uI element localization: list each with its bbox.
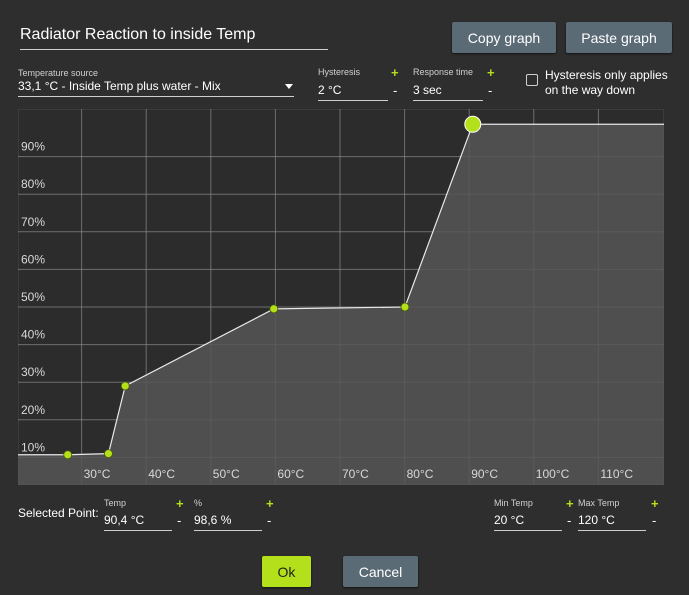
percent-decrease-button[interactable]: - xyxy=(267,514,271,527)
max-temp-increase-button[interactable]: + xyxy=(651,497,659,510)
min-temp-decrease-button[interactable]: - xyxy=(567,514,571,527)
response-time-input[interactable]: 3 sec xyxy=(413,83,483,101)
hysteresis-decrease-button[interactable]: - xyxy=(393,84,397,97)
x-tick-label: 70°C xyxy=(342,467,369,481)
percent-label: % xyxy=(194,498,203,508)
x-tick-label: 30°C xyxy=(84,467,111,481)
max-temp-input[interactable]: 120 °C xyxy=(578,513,646,531)
y-tick-label: 80% xyxy=(21,177,45,191)
copy-graph-button[interactable]: Copy graph xyxy=(452,22,556,53)
temperature-source-select[interactable]: 33,1 °C - Inside Temp plus water - Mix xyxy=(18,79,294,97)
y-tick-label: 50% xyxy=(21,290,45,304)
curve-point[interactable] xyxy=(63,450,73,460)
temp-increase-button[interactable]: + xyxy=(176,497,184,510)
min-temp-label: Min Temp xyxy=(494,498,533,508)
graph-title-field[interactable]: Radiator Reaction to inside Temp xyxy=(20,26,328,50)
x-tick-label: 110°C xyxy=(600,467,633,481)
y-tick-label: 90% xyxy=(21,140,45,154)
y-tick-label: 70% xyxy=(21,215,45,229)
cancel-button[interactable]: Cancel xyxy=(343,556,418,587)
response-time-label: Response time xyxy=(413,67,474,77)
max-temp-label: Max Temp xyxy=(578,498,620,508)
y-tick-label: 40% xyxy=(21,328,45,342)
x-tick-label: 60°C xyxy=(277,467,304,481)
min-temp-increase-button[interactable]: + xyxy=(566,497,574,510)
hysteresis-input[interactable]: 2 °C xyxy=(318,83,388,101)
chevron-down-icon xyxy=(285,84,293,89)
response-time-decrease-button[interactable]: - xyxy=(488,84,492,97)
x-tick-label: 100°C xyxy=(536,467,570,481)
selected-curve-point[interactable] xyxy=(464,115,482,133)
selected-point-label: Selected Point: xyxy=(18,506,99,520)
y-tick-label: 60% xyxy=(21,252,45,266)
curve-point[interactable] xyxy=(104,449,113,459)
hysteresis-label: Hysteresis xyxy=(318,67,361,77)
y-tick-label: 20% xyxy=(21,403,45,417)
temperature-source-label: Temperature source xyxy=(18,68,99,78)
percent-input[interactable]: 98,6 % xyxy=(194,513,262,531)
x-tick-label: 50°C xyxy=(213,467,240,481)
ok-button[interactable]: Ok xyxy=(262,556,311,587)
curve-point[interactable] xyxy=(120,381,130,391)
temp-decrease-button[interactable]: - xyxy=(177,514,181,527)
max-temp-decrease-button[interactable]: - xyxy=(652,514,656,527)
response-time-increase-button[interactable]: + xyxy=(487,66,495,79)
x-tick-label: 80°C xyxy=(407,467,434,481)
hysteresis-down-checkbox[interactable] xyxy=(526,74,538,86)
x-tick-label: 40°C xyxy=(148,467,175,481)
hysteresis-increase-button[interactable]: + xyxy=(391,66,399,79)
percent-increase-button[interactable]: + xyxy=(266,497,274,510)
hysteresis-down-checkbox-label: Hysteresis only applies on the way down xyxy=(545,68,668,97)
min-temp-input[interactable]: 20 °C xyxy=(494,513,562,531)
x-tick-label: 90°C xyxy=(471,467,498,481)
curve-point[interactable] xyxy=(400,302,410,312)
reaction-curve-chart[interactable]: 30°C 40°C 50°C 60°C 70°C 80°C 90°C 100°C 110°C 10… xyxy=(18,109,664,485)
paste-graph-button[interactable]: Paste graph xyxy=(566,22,672,53)
temperature-source-value: 33,1 °C - Inside Temp plus water - Mix xyxy=(18,79,221,93)
y-tick-label: 10% xyxy=(21,440,45,454)
y-tick-label: 30% xyxy=(21,365,45,379)
curve-point[interactable] xyxy=(269,304,279,314)
temp-label: Temp xyxy=(104,498,127,508)
temp-input[interactable]: 90,4 °C xyxy=(104,513,172,531)
